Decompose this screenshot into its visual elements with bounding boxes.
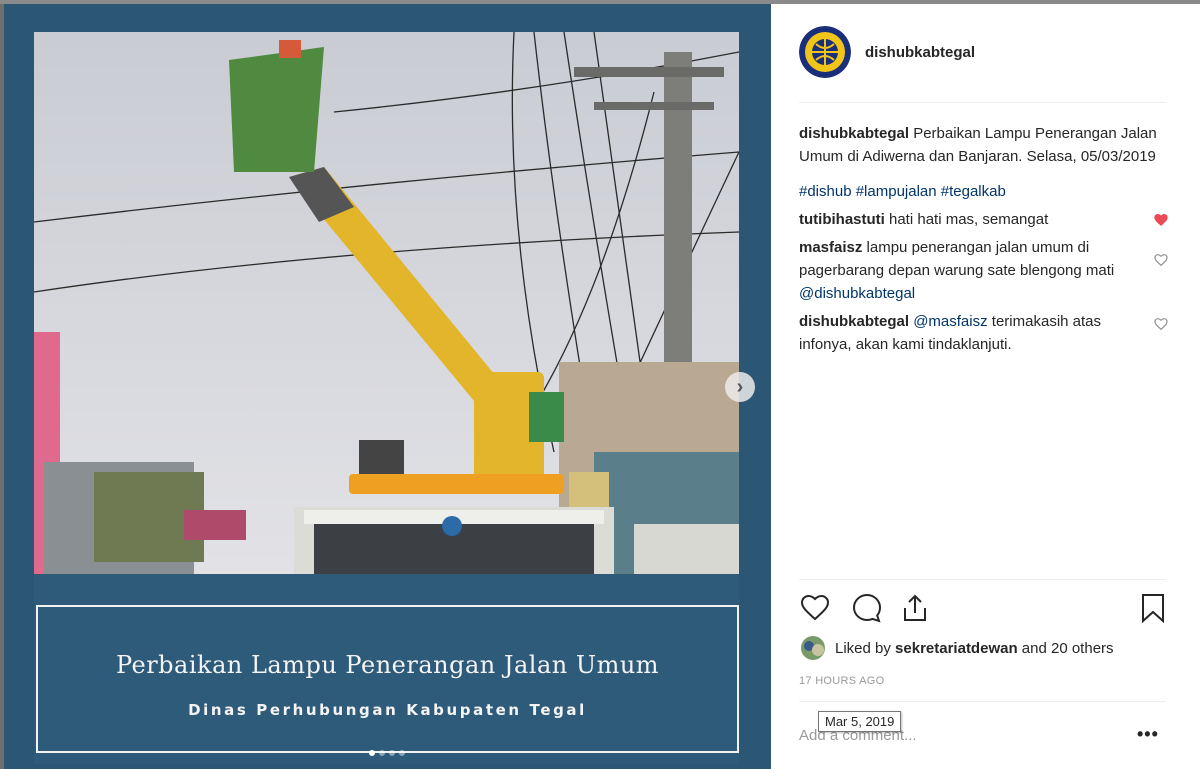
carousel-dot[interactable] bbox=[368, 750, 375, 756]
post-banner: Perbaikan Lampu Penerangan Jalan Umum Di… bbox=[34, 574, 739, 764]
carousel-dot[interactable] bbox=[388, 750, 395, 756]
likes-rest[interactable]: and 20 others bbox=[1022, 640, 1114, 657]
banner-title: Perbaikan Lampu Penerangan Jalan Umum bbox=[115, 651, 660, 679]
heart-icon[interactable] bbox=[799, 592, 831, 624]
heart-outline-icon[interactable] bbox=[1153, 316, 1169, 332]
comment-item: dishubkabtegal @masfaisz terimakasih ata… bbox=[799, 310, 1169, 356]
carousel-dots bbox=[34, 750, 739, 756]
likes-summary: Liked by sekretariatdewan and 20 others bbox=[801, 636, 1114, 660]
carousel-dot[interactable] bbox=[398, 750, 405, 756]
post-header: dishubkabtegal bbox=[799, 26, 975, 78]
bookmark-icon[interactable] bbox=[1137, 592, 1169, 624]
more-options-icon[interactable]: ••• bbox=[1137, 724, 1159, 745]
carousel-next-button[interactable]: › bbox=[725, 372, 755, 402]
share-icon[interactable] bbox=[899, 592, 931, 624]
action-bar bbox=[799, 592, 1166, 626]
comment-username[interactable]: dishubkabtegal bbox=[799, 313, 909, 330]
comment-username[interactable]: masfaisz bbox=[799, 239, 862, 256]
actions-divider bbox=[799, 579, 1166, 580]
comment-divider bbox=[799, 701, 1166, 702]
timestamp-tooltip: Mar 5, 2019 bbox=[818, 711, 902, 732]
comment-item: masfaisz lampu penerangan jalan umum di … bbox=[799, 236, 1169, 305]
likes-prefix: Liked by bbox=[835, 639, 891, 657]
comment-mention[interactable]: @masfaisz bbox=[913, 313, 987, 330]
liker-avatar[interactable] bbox=[801, 636, 825, 660]
post-timestamp[interactable]: 17 HOURS AGO bbox=[799, 675, 885, 687]
post-username[interactable]: dishubkabtegal bbox=[865, 44, 975, 61]
comment-text: hati hati mas, semangat bbox=[889, 211, 1049, 228]
comment-icon[interactable] bbox=[851, 592, 883, 624]
heart-filled-icon[interactable] bbox=[1153, 212, 1169, 228]
caption-hashtags[interactable]: #dishub #lampujalan #tegalkab bbox=[799, 180, 1169, 203]
heart-outline-icon[interactable] bbox=[1153, 252, 1169, 268]
post-photo bbox=[34, 32, 739, 574]
post-modal: Perbaikan Lampu Penerangan Jalan Umum Di… bbox=[4, 4, 1200, 769]
banner-subtitle: Dinas Perhubungan Kabupaten Tegal bbox=[188, 701, 587, 719]
header-divider bbox=[799, 102, 1166, 103]
post-caption: dishubkabtegal Perbaikan Lampu Peneranga… bbox=[799, 122, 1169, 168]
comment-username[interactable]: tutibihastuti bbox=[799, 211, 885, 228]
banner-frame: Perbaikan Lampu Penerangan Jalan Umum Di… bbox=[36, 605, 739, 753]
comment-item: tutibihastuti hati hati mas, semangat bbox=[799, 208, 1169, 231]
chevron-right-icon: › bbox=[736, 375, 744, 398]
carousel-dot[interactable] bbox=[378, 750, 385, 756]
post-media: Perbaikan Lampu Penerangan Jalan Umum Di… bbox=[4, 4, 771, 769]
caption-username[interactable]: dishubkabtegal bbox=[799, 125, 909, 142]
avatar[interactable] bbox=[799, 26, 851, 78]
likes-user[interactable]: sekretariatdewan bbox=[895, 640, 1018, 657]
comments-list: dishubkabtegal Perbaikan Lampu Peneranga… bbox=[799, 122, 1169, 356]
comment-mention[interactable]: @dishubkabtegal bbox=[799, 285, 915, 302]
post-panel: dishubkabtegal dishubkabtegal Perbaikan … bbox=[771, 4, 1200, 769]
